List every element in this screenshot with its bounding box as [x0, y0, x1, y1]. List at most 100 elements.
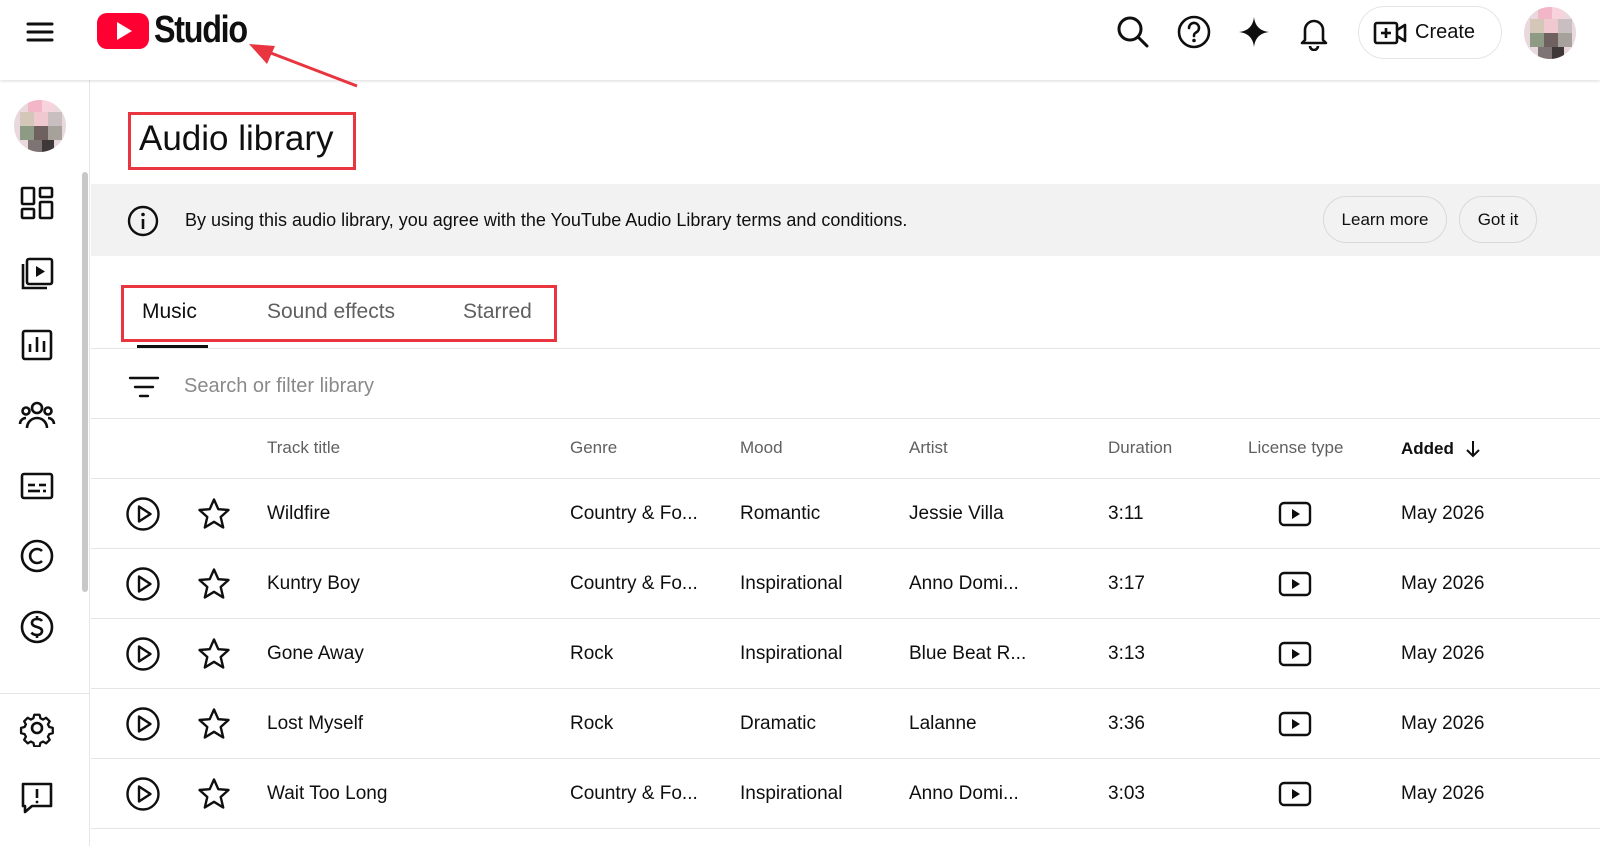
page-title: Audio library: [139, 119, 334, 158]
track-genre: Rock: [570, 713, 614, 734]
youtube-license-icon: [1278, 499, 1312, 529]
play-icon[interactable]: [125, 706, 161, 742]
track-duration: 3:03: [1108, 783, 1145, 804]
subtitles-icon[interactable]: [18, 467, 56, 505]
track-artist[interactable]: Blue Beat R...: [909, 643, 1026, 665]
header-duration[interactable]: Duration: [1108, 438, 1172, 458]
track-mood: Inspirational: [740, 573, 843, 594]
track-added: May 2026: [1401, 783, 1485, 804]
help-icon[interactable]: [1175, 13, 1213, 51]
community-icon[interactable]: [18, 396, 56, 434]
settings-gear-icon[interactable]: [18, 709, 56, 747]
track-genre: Country & Fo...: [570, 783, 698, 804]
notifications-bell-icon[interactable]: [1295, 13, 1333, 51]
track-duration: 3:13: [1108, 643, 1145, 664]
table-row: Wildfire Country & Fo... Romantic Jessie…: [91, 479, 1600, 549]
track-title: Lost Myself: [267, 713, 364, 734]
youtube-studio-logo[interactable]: Studio: [97, 9, 263, 52]
header-added-label: Added: [1401, 439, 1454, 458]
top-bar: Studio Create: [0, 0, 1600, 80]
sort-down-arrow-icon: [1466, 441, 1480, 458]
star-icon[interactable]: [196, 776, 232, 812]
star-icon[interactable]: [196, 636, 232, 672]
star-icon[interactable]: [196, 496, 232, 532]
youtube-logo-icon: [97, 12, 149, 49]
track-mood: Inspirational: [740, 783, 843, 804]
play-icon[interactable]: [125, 496, 161, 532]
tab-music[interactable]: Music: [142, 300, 197, 324]
track-genre: Country & Fo...: [570, 573, 698, 594]
youtube-license-icon: [1278, 639, 1312, 669]
sidebar-scrollbar[interactable]: [82, 172, 88, 592]
star-icon[interactable]: [196, 566, 232, 602]
logo-text: Studio: [154, 9, 248, 51]
tab-sound-effects[interactable]: Sound effects: [267, 300, 395, 324]
sidebar: [0, 80, 90, 846]
header-added[interactable]: Added: [1401, 438, 1484, 460]
table-row: Gone Away Rock Inspirational Blue Beat R…: [91, 619, 1600, 689]
track-artist[interactable]: Jessie Villa: [909, 503, 1004, 525]
track-genre: Country & Fo...: [570, 503, 698, 524]
banner-message: By using this audio library, you agree w…: [185, 210, 908, 230]
track-title: Wait Too Long: [267, 783, 388, 804]
feedback-icon[interactable]: [18, 779, 56, 817]
sparkle-icon[interactable]: [1235, 13, 1273, 51]
main-content: Audio library By using this audio librar…: [91, 80, 1600, 846]
youtube-license-icon: [1278, 779, 1312, 809]
content-icon[interactable]: [18, 255, 56, 293]
track-artist[interactable]: Lalanne: [909, 713, 977, 735]
track-title: Wildfire: [267, 503, 331, 524]
header-license-type[interactable]: License type: [1248, 438, 1343, 458]
youtube-license-icon: [1278, 569, 1312, 599]
video-add-icon: [1373, 21, 1407, 44]
got-it-button[interactable]: Got it: [1459, 196, 1537, 243]
track-added: May 2026: [1401, 573, 1485, 594]
play-icon[interactable]: [125, 776, 161, 812]
header-track-title[interactable]: Track title: [267, 438, 340, 458]
header-genre[interactable]: Genre: [570, 438, 617, 458]
dashboard-icon[interactable]: [18, 184, 56, 222]
track-duration: 3:11: [1108, 503, 1144, 524]
track-added: May 2026: [1401, 643, 1485, 664]
search-divider: [91, 418, 1600, 419]
track-genre: Rock: [570, 643, 614, 664]
track-artist[interactable]: Anno Domi...: [909, 573, 1019, 595]
account-avatar[interactable]: [1524, 7, 1576, 59]
earn-icon[interactable]: [18, 608, 56, 646]
track-mood: Inspirational: [740, 643, 843, 664]
terms-banner: By using this audio library, you agree w…: [91, 184, 1600, 256]
play-icon[interactable]: [125, 566, 161, 602]
info-icon: [126, 204, 160, 238]
track-title: Kuntry Boy: [267, 573, 360, 594]
table-row: Wait Too Long Country & Fo... Inspiratio…: [91, 759, 1600, 829]
table-row: Lost Myself Rock Dramatic Lalanne 3:36 M…: [91, 689, 1600, 759]
sidebar-divider: [0, 693, 90, 694]
tabs-divider: [91, 348, 1600, 349]
track-duration: 3:36: [1108, 713, 1145, 734]
create-label: Create: [1415, 21, 1476, 43]
track-artist[interactable]: Anno Domi...: [909, 783, 1019, 805]
annotation-arrow: [249, 44, 358, 88]
track-added: May 2026: [1401, 713, 1485, 734]
track-added: May 2026: [1401, 503, 1485, 524]
tab-starred[interactable]: Starred: [463, 300, 532, 324]
star-icon[interactable]: [196, 706, 232, 742]
menu-icon[interactable]: [22, 14, 58, 50]
track-duration: 3:17: [1108, 573, 1145, 594]
youtube-license-icon: [1278, 709, 1312, 739]
filter-icon[interactable]: [127, 370, 161, 404]
track-mood: Dramatic: [740, 713, 817, 734]
track-title: Gone Away: [267, 643, 364, 664]
channel-avatar[interactable]: [14, 100, 66, 152]
learn-more-button[interactable]: Learn more: [1323, 196, 1447, 243]
play-icon[interactable]: [125, 636, 161, 672]
table-row: Kuntry Boy Country & Fo... Inspirational…: [91, 549, 1600, 619]
header-artist[interactable]: Artist: [909, 438, 948, 458]
track-mood: Romantic: [740, 503, 821, 524]
header-mood[interactable]: Mood: [740, 438, 783, 458]
copyright-icon[interactable]: [18, 537, 56, 575]
analytics-icon[interactable]: [18, 326, 56, 364]
search-input[interactable]: [184, 372, 784, 400]
search-icon[interactable]: [1114, 13, 1152, 51]
create-button[interactable]: Create: [1358, 6, 1502, 59]
